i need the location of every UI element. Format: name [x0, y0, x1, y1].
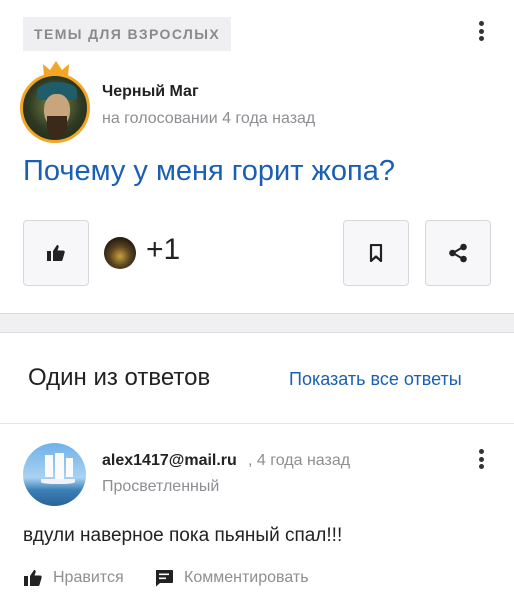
answer-author-rank: Просветленный: [102, 478, 220, 495]
answer-comment-button[interactable]: Комментировать: [154, 569, 309, 587]
thumbs-up-icon: [47, 245, 65, 261]
comment-icon: [156, 570, 173, 587]
answer-like-button[interactable]: Нравится: [23, 569, 124, 587]
bookmark-icon: [369, 244, 383, 262]
divider: [0, 423, 514, 424]
question-more-icon[interactable]: [471, 18, 491, 44]
answers-section-title: Один из ответов: [28, 364, 211, 391]
question-title[interactable]: Почему у меня горит жопа?: [23, 155, 395, 188]
show-all-answers-link[interactable]: Показать все ответы: [289, 369, 462, 390]
answer-more-icon[interactable]: [471, 446, 491, 472]
share-icon: [449, 243, 467, 263]
question-author-name[interactable]: Черный Маг: [102, 83, 199, 101]
answer-author-avatar[interactable]: [23, 443, 86, 506]
bookmark-button[interactable]: [343, 220, 409, 286]
category-badge[interactable]: ТЕМЫ ДЛЯ ВЗРОСЛЫХ: [23, 17, 232, 51]
question-author-avatar[interactable]: [20, 60, 92, 144]
liker-avatar[interactable]: [104, 237, 136, 269]
like-button[interactable]: [23, 220, 89, 286]
answer-comment-label: Комментировать: [184, 569, 309, 586]
share-button[interactable]: [425, 220, 491, 286]
answer-like-label: Нравится: [53, 569, 124, 586]
thumbs-up-icon: [24, 570, 42, 586]
answer-text: вдули наверное пока пьяный спал!!!: [23, 525, 343, 546]
question-meta: на голосовании 4 года назад: [102, 110, 316, 127]
answer-time: , 4 года назад: [248, 452, 351, 469]
like-count: +1: [146, 233, 181, 266]
answer-author-name[interactable]: alex1417@mail.ru: [102, 452, 237, 470]
question-card: ТЕМЫ ДЛЯ ВЗРОСЛЫХ Черный Маг на голосова…: [0, 0, 514, 314]
